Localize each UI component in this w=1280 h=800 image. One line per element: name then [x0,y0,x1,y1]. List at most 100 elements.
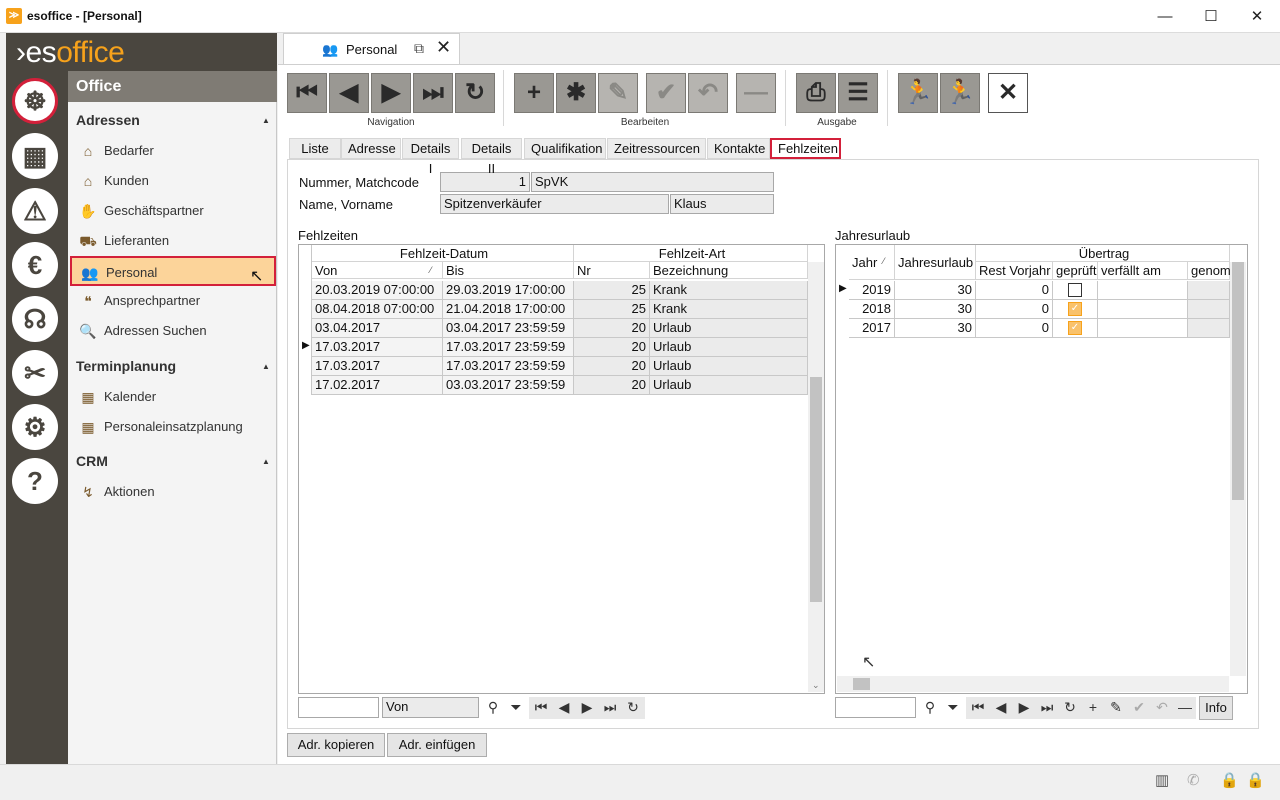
gears-icon[interactable]: ⚙ [12,404,58,450]
scroll-down-icon[interactable]: ⌄ [812,680,820,691]
fehlzeiten-search-input[interactable] [298,697,379,718]
table-cell[interactable]: 03.03.2017 23:59:59 [443,376,574,395]
tab-fehlzeiten[interactable]: Fehlzeiten [770,138,841,159]
table-cell[interactable]: 17.02.2017 [312,376,443,395]
table-cell[interactable]: 17.03.2017 23:59:59 [443,357,574,376]
prev-icon[interactable]: ◀ [991,699,1011,716]
table-cell[interactable]: Urlaub [650,338,808,357]
lock-icon[interactable]: 🔒 [1246,771,1265,789]
sidebar-item-bedarfer[interactable]: ⌂ Bedarfer [70,136,276,166]
search-icon[interactable]: ⚲ [920,699,940,716]
info-button[interactable]: Info [1199,696,1233,720]
paste-address-button[interactable]: Adr. einfügen [387,733,487,757]
help-icon[interactable]: ? [12,458,58,504]
minimize-button[interactable]: — [1142,0,1188,33]
collapse-arrow-icon[interactable]: ▲ [262,457,270,466]
export-button[interactable]: ☰ [838,73,878,113]
filter-icon[interactable]: ⏷ [943,699,963,716]
table-cell[interactable]: 30 [895,281,976,300]
table-cell[interactable]: 30 [895,300,976,319]
sidebar-item-kunden[interactable]: ⌂ Kunden [70,166,276,196]
table-cell[interactable]: ✓ [1053,319,1098,338]
close-tab-icon[interactable]: ✕ [436,37,451,58]
add-icon[interactable]: + [1083,699,1103,715]
table-cell[interactable]: 03.04.2017 [312,319,443,338]
next-icon[interactable]: ▶ [1014,699,1034,716]
tab-kontakte[interactable]: Kontakte [707,138,770,159]
column-header-nr[interactable]: Nr [574,262,650,279]
table-cell[interactable]: Krank [650,281,808,300]
popout-icon[interactable]: ⧉ [414,40,424,57]
geprueft-checkbox[interactable]: ✓ [1068,321,1082,335]
next-record-button[interactable]: ▶ [371,73,411,113]
prev-icon[interactable]: ◀ [554,699,574,716]
table-cell[interactable]: 20.03.2019 07:00:00 [312,281,443,300]
table-cell[interactable]: Urlaub [650,357,808,376]
table-cell[interactable]: 17.03.2017 23:59:59 [443,338,574,357]
close-window-button[interactable]: ✕ [1234,0,1280,33]
table-cell[interactable] [1188,281,1230,300]
geprueft-checkbox[interactable] [1068,283,1082,297]
column-header[interactable]: genom [1188,262,1231,280]
sidebar-item-lieferanten[interactable]: ⛟ Lieferanten [70,226,276,256]
first-record-button[interactable]: ⏮ [287,73,327,113]
first-icon[interactable]: ⏮ [531,699,551,716]
search-icon[interactable]: ⚲ [483,699,503,716]
table-cell[interactable]: 30 [895,319,976,338]
table-cell[interactable]: Urlaub [650,376,808,395]
table-cell[interactable]: 25 [574,300,650,319]
tab-details-ii[interactable]: Details II [461,138,522,176]
last-icon[interactable]: ⏭ [1037,699,1057,716]
add-button[interactable]: + [514,73,554,113]
refresh-icon[interactable]: ↻ [623,699,643,716]
fehlzeiten-filter-field[interactable]: Von [382,697,479,718]
column-header[interactable]: verfällt am [1098,262,1188,280]
geprueft-checkbox[interactable]: ✓ [1068,302,1082,316]
refresh-icon[interactable]: ↻ [1060,699,1080,716]
nav-group-terminplanung[interactable]: Terminplanung [76,358,176,374]
table-cell[interactable]: 17.03.2017 [312,357,443,376]
table-cell[interactable] [1188,300,1230,319]
last-icon[interactable]: ⏭ [600,699,620,716]
sidebar-item-ansprechpartner[interactable]: ❝ Ansprechpartner [70,286,276,316]
column-header-jahresurlaub[interactable]: Jahresurlaub [895,245,976,280]
sidebar-item-personaleinsatzplanung[interactable]: ▦ Personaleinsatzplanung [70,412,276,442]
building-icon[interactable]: ▥ [1155,771,1169,789]
table-cell[interactable]: Urlaub [650,319,808,338]
undo-button[interactable]: ↶ [688,73,728,113]
sidebar-item-kalender[interactable]: ▦ Kalender [70,382,276,412]
lock-icon[interactable]: 🔒 [1220,771,1239,789]
copy-address-button[interactable]: Adr. kopieren [287,733,385,757]
tab-details-i[interactable]: Details I [402,138,459,176]
table-cell[interactable]: 08.04.2018 07:00:00 [312,300,443,319]
planner-icon[interactable]: ▦ [12,133,58,179]
collapse-arrow-icon[interactable]: ▲ [262,362,270,371]
table-cell[interactable]: Krank [650,300,808,319]
table-cell[interactable]: 2017 [849,319,895,338]
table-cell[interactable]: 0 [976,300,1053,319]
table-cell[interactable]: 20 [574,319,650,338]
tab-adresse[interactable]: Adresse [341,138,401,159]
horizontal-scrollbar[interactable] [837,676,1229,692]
table-cell[interactable] [1098,300,1188,319]
edit-icon[interactable]: ✎ [1106,699,1126,716]
column-header-von[interactable]: Von [312,262,443,279]
tab-qualifikation[interactable]: Qualifikation [524,138,606,159]
table-cell[interactable] [1098,319,1188,338]
table-cell[interactable]: 21.04.2018 17:00:00 [443,300,574,319]
nummer-field[interactable]: 1 [440,172,530,192]
vorname-field[interactable]: Klaus [670,194,774,214]
table-cell[interactable]: 17.03.2017 [312,338,443,357]
cancel-button[interactable]: ✕ [988,73,1028,113]
last-record-button[interactable]: ⏭ [413,73,453,113]
edit-button[interactable]: ✎ [598,73,638,113]
next-icon[interactable]: ▶ [577,699,597,716]
previous-record-button[interactable]: ◀ [329,73,369,113]
table-cell[interactable]: 20 [574,376,650,395]
maximize-button[interactable]: ☐ [1188,0,1234,33]
column-header-bis[interactable]: Bis [443,262,574,279]
tab-zeitressourcen[interactable]: Zeitressourcen [607,138,706,159]
column-header[interactable]: Rest Vorjahr [976,262,1053,280]
table-cell[interactable] [1053,281,1098,300]
tab-liste[interactable]: Liste [289,138,341,159]
